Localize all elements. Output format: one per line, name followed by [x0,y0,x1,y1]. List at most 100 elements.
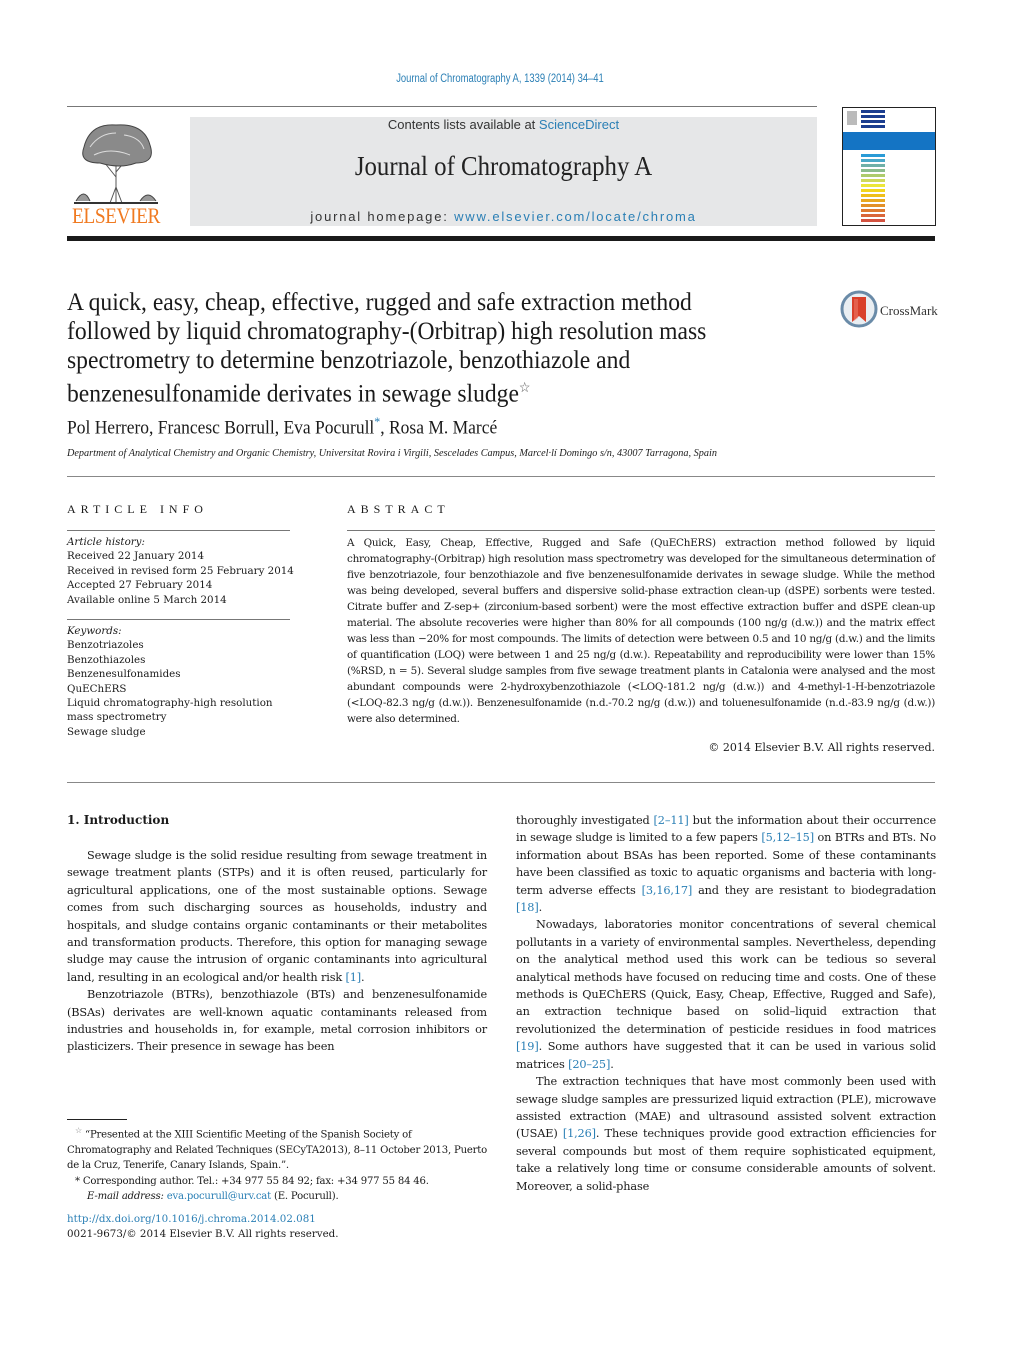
abstract-copyright: © 2014 Elsevier B.V. All rights reserved… [708,741,935,754]
cover-stripe [861,179,885,182]
crossmark-badge[interactable]: CrossMark [840,290,940,330]
paragraph: Benzotriazole (BTRs), benzothiazole (BTs… [67,986,487,1056]
reference-link[interactable]: [1,26] [563,1127,596,1140]
cover-stripe [861,164,885,167]
journal-name: Journal of Chromatography A [354,151,653,181]
cover-stripe [861,174,885,177]
elsevier-wordmark: ELSEVIER [72,203,160,228]
footnote-presented: ☆ “Presented at the XIII Scientific Meet… [67,1123,487,1174]
history-item: Received 22 January 2014 [67,550,205,563]
keyword: Benzenesulfonamides [67,668,181,681]
author-corresponding[interactable]: Eva Pocurull [284,417,375,438]
divider [347,530,935,531]
cover-stripe [861,189,885,192]
paragraph: Sewage sludge is the solid residue resul… [67,847,487,986]
article-history: Article history: Received 22 January 201… [67,535,294,607]
title-footnote-mark[interactable]: ☆ [519,381,531,396]
email-link[interactable]: eva.pocurull@urv.cat [167,1191,271,1202]
cover-stripe [861,159,885,162]
paragraph-text: and they are resistant to biodegradation [692,883,936,897]
reference-link[interactable]: [20–25] [568,1058,610,1071]
paragraph-text: . [538,901,543,915]
divider [67,106,817,107]
divider [67,782,935,783]
email-label: E-mail address: [87,1190,167,1202]
body-column-right: thoroughly investigated [2–11] but the i… [516,812,936,1195]
reference-link[interactable]: [1] [345,971,361,984]
journal-citation[interactable]: Journal of Chromatography A, 1339 (2014)… [90,73,910,85]
cover-logo [847,111,857,125]
paragraph-text: . [610,1057,614,1071]
journal-homepage: journal homepage: www.elsevier.com/locat… [190,209,817,224]
article-history-label: Article history: [67,536,145,548]
header-divider [67,236,935,241]
body-column-left: Sewage sludge is the solid residue resul… [67,847,487,1056]
cover-stripe [861,115,885,118]
keywords: Keywords: Benzotriazoles Benzothiazoles … [67,624,273,739]
paragraph-text: . [361,970,365,984]
author-list: Pol Herrero, Francesc Borrull, Eva Pocur… [67,414,497,439]
cover-stripe [861,110,885,113]
cover-stripe [861,169,885,172]
keywords-label: Keywords: [67,625,122,637]
author[interactable]: Francesc Borrull, [158,417,284,438]
cover-stripe [861,214,885,217]
reference-link[interactable]: [3,16,17] [642,884,693,897]
elsevier-logo[interactable]: ELSEVIER [66,117,166,229]
history-item: Accepted 27 February 2014 [67,579,213,592]
keyword: Sewage sludge [67,725,146,738]
author[interactable]: , Rosa M. Marcé [380,417,497,438]
doi-block: http://dx.doi.org/10.1016/j.chroma.2014.… [67,1212,339,1243]
affiliation: Department of Analytical Chemistry and O… [67,447,717,459]
article-info-heading: ARTICLE INFO [67,502,208,516]
cover-title-band [843,132,935,150]
cover-stripe [861,194,885,197]
keyword: mass spectrometry [67,711,167,724]
footnote-star-mark: ☆ [75,1126,82,1135]
divider [67,530,290,531]
cover-stripe [861,219,885,222]
reference-link[interactable]: [19] [516,1040,539,1053]
paragraph: Nowadays, laboratories monitor concentra… [516,916,936,1073]
crossmark-icon [840,290,878,328]
footnote-email: E-mail address: eva.pocurull@urv.cat (E.… [67,1189,487,1204]
homepage-link[interactable]: www.elsevier.com/locate/chroma [454,209,697,224]
reference-link[interactable]: [5,12–15] [761,831,814,844]
author[interactable]: Pol Herrero, [67,417,158,438]
cover-stripe [861,204,885,207]
journal-masthead: Contents lists available at ScienceDirec… [190,117,817,226]
footnote-text: “Presented at the XIII Scientific Meetin… [67,1129,488,1172]
reference-link[interactable]: [18] [516,901,539,914]
cover-stripe [861,154,885,157]
sciencedirect-link[interactable]: ScienceDirect [539,117,619,132]
cover-stripe [861,184,885,187]
paragraph: The extraction techniques that have most… [516,1073,936,1195]
footnotes: ☆ “Presented at the XIII Scientific Meet… [67,1123,487,1204]
email-suffix: (E. Pocurull). [270,1190,339,1202]
cover-stripe [861,120,885,123]
cover-stripe [861,209,885,212]
homepage-prefix: journal homepage: [310,209,455,224]
cover-stripe [861,125,885,128]
history-item: Available online 5 March 2014 [67,593,227,606]
paragraph-text: Nowadays, laboratories monitor concentra… [516,918,936,1036]
issn-copyright: 0021-9673/© 2014 Elsevier B.V. All right… [67,1228,339,1241]
footnote-divider [67,1119,127,1120]
footnote-text: Corresponding author. Tel.: +34 977 55 8… [79,1175,429,1187]
keyword: Liquid chromatography-high resolution [67,697,273,710]
doi-link[interactable]: http://dx.doi.org/10.1016/j.chroma.2014.… [67,1212,339,1227]
paragraph-text: Benzotriazole (BTRs), benzothiazole (BTs… [67,988,487,1054]
article-title-text: A quick, easy, cheap, effective, rugged … [67,287,707,408]
footnote-corresponding: * Corresponding author. Tel.: +34 977 55… [67,1174,487,1189]
journal-cover-thumbnail[interactable] [842,107,936,226]
keyword: QuEChERS [67,682,127,695]
article-title: A quick, easy, cheap, effective, rugged … [67,287,770,408]
paragraph: thoroughly investigated [2–11] but the i… [516,812,936,916]
contents-line: Contents lists available at ScienceDirec… [190,117,817,132]
paragraph-text: thoroughly investigated [516,814,654,827]
divider [67,476,935,477]
contents-prefix: Contents lists available at [387,117,539,132]
keyword: Benzotriazoles [67,639,144,652]
reference-link[interactable]: [2–11] [654,814,689,827]
cover-stripe [861,199,885,202]
